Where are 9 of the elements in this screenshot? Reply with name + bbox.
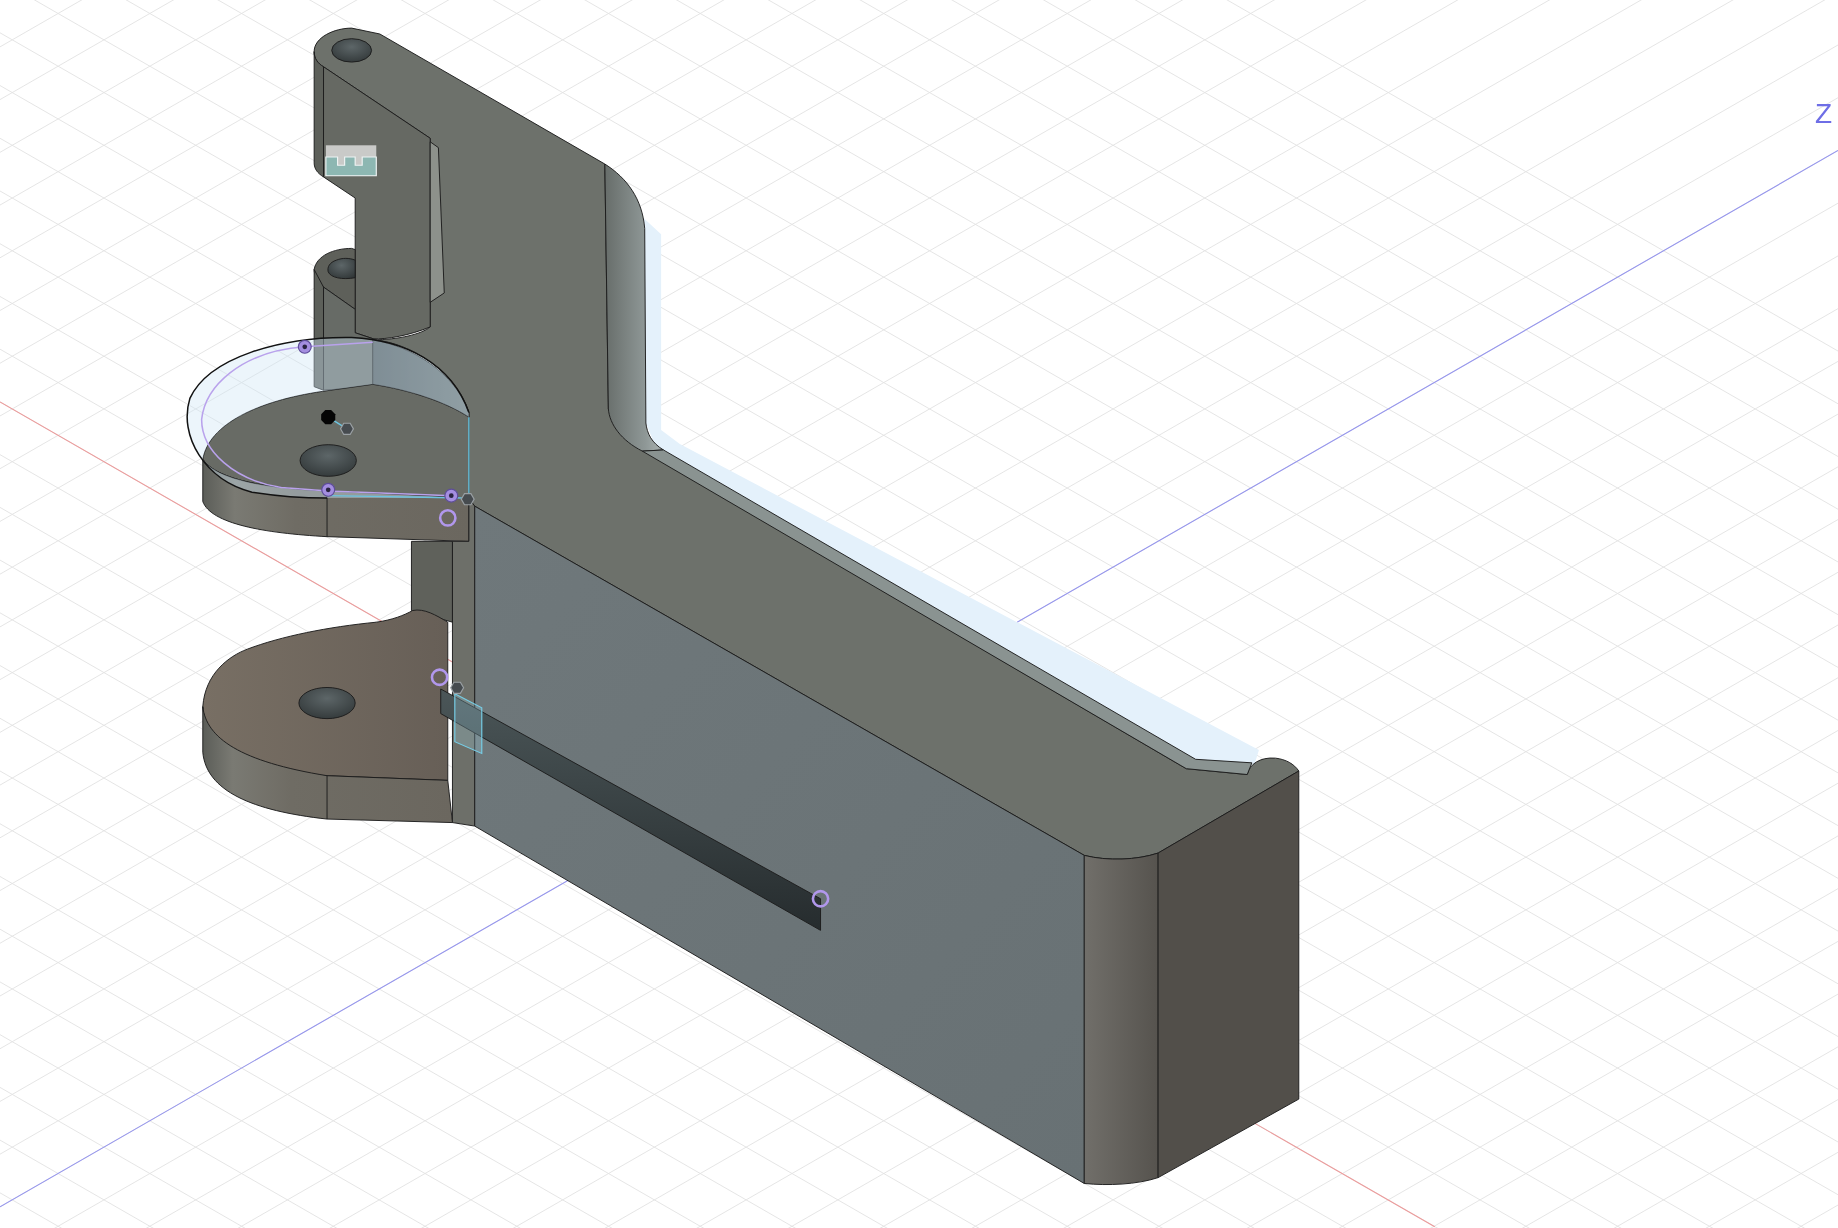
slot-profile-outline	[454, 692, 483, 755]
sketch-point-icon[interactable]	[297, 339, 312, 354]
sketch-vertex-icon[interactable]	[450, 681, 465, 694]
point-ring-icon[interactable]	[811, 889, 830, 908]
point-ring-icon[interactable]	[430, 668, 449, 687]
center-point-icon[interactable]	[321, 410, 336, 425]
sketch-point-icon[interactable]	[321, 482, 336, 497]
notched-block-icon	[325, 145, 377, 177]
axis-label: Z	[1815, 100, 1833, 128]
